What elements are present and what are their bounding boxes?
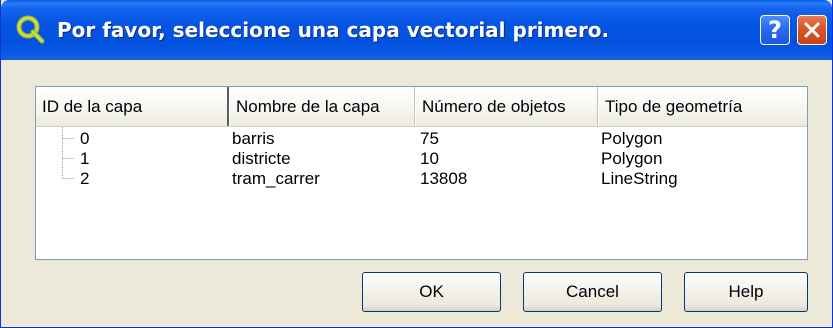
layer-object-count: 13808 [420, 169, 468, 188]
cancel-button[interactable]: Cancel [523, 272, 662, 312]
close-icon[interactable] [797, 15, 827, 45]
tree-header: ID de la capa Nombre de la capa Número d… [36, 87, 807, 127]
title-bar[interactable]: Por favor, seleccione una capa vectorial… [1, 0, 832, 60]
table-row[interactable]: 2 tram_carrer 13808 LineString [36, 169, 807, 189]
layer-name: districte [232, 149, 291, 168]
column-header-name[interactable]: Nombre de la capa [229, 87, 415, 126]
layer-object-count: 75 [420, 129, 439, 148]
layer-id: 0 [80, 129, 90, 148]
ok-button[interactable]: OK [362, 272, 501, 312]
layer-name: barris [232, 129, 275, 148]
layer-id: 2 [80, 169, 90, 188]
table-row[interactable]: 1 districte 10 Polygon [36, 149, 807, 169]
layer-geometry: Polygon [601, 129, 663, 148]
layer-select-dialog: Por favor, seleccione una capa vectorial… [0, 0, 833, 328]
column-header-geometry[interactable]: Tipo de geometría [598, 87, 807, 126]
layer-name: tram_carrer [232, 169, 320, 188]
dialog-title: Por favor, seleccione una capa vectorial… [57, 18, 610, 42]
qgis-icon [16, 15, 45, 44]
close-glyph [804, 22, 820, 38]
layer-geometry: LineString [601, 169, 678, 188]
table-row[interactable]: 0 barris 75 Polygon [36, 129, 807, 149]
help-button[interactable]: Help [684, 272, 808, 312]
column-header-id[interactable]: ID de la capa [36, 87, 229, 126]
layer-geometry: Polygon [601, 149, 663, 168]
layer-object-count: 10 [420, 149, 439, 168]
help-icon[interactable]: ? [760, 15, 790, 45]
column-header-count[interactable]: Número de objetos [415, 87, 598, 126]
layer-id: 1 [80, 149, 90, 168]
layer-tree[interactable]: ID de la capa Nombre de la capa Número d… [35, 86, 808, 260]
